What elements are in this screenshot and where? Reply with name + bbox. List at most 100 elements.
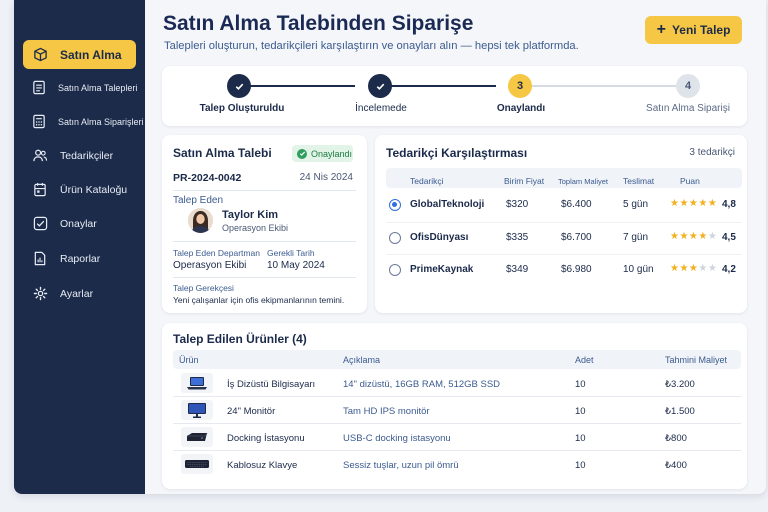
due-date-value: 10 May 2024 (267, 260, 325, 271)
requester-dept: Operasyon Ekibi (222, 223, 289, 233)
item-description: 14" dizüstü, 16GB RAM, 512GB SSD (343, 379, 501, 390)
check-icon (376, 83, 384, 90)
sidebar-item-satin-alma[interactable]: Satın Alma (23, 40, 136, 69)
app-window: Satın Alma Satın Alma Talepleri Satın Al… (14, 0, 766, 494)
sidebar-item-onaylar[interactable]: Onaylar (23, 209, 136, 238)
item-cost: ₺400 (665, 460, 687, 471)
supplier-row[interactable]: PrimeKaynak $349 $6.980 10 gün ★★★★★ 4,2 (386, 254, 742, 284)
delivery-time: 7 gün (623, 232, 649, 243)
sidebar-item-tedarikciler[interactable]: Tedarikçiler (23, 141, 136, 170)
column-header: Tedarikçi (410, 176, 444, 186)
sidebar-item-satin-alma-siparisleri[interactable]: Satın Alma Siparişleri (23, 107, 144, 136)
sidebar-item-urun-katalogu[interactable]: Ürün Kataloğu (23, 175, 136, 204)
check-square-icon (32, 216, 48, 232)
table-row[interactable]: Docking İstasyonu USB-C docking istasyon… (173, 424, 741, 451)
step-connector (239, 85, 355, 87)
item-name: İş Dizüstü Bilgisayarı (227, 379, 316, 390)
column-header: Teslimat (623, 176, 655, 186)
step-label: Satın Alma Siparişi (646, 103, 730, 114)
check-icon (235, 83, 243, 90)
supplier-row[interactable]: OfisDünyası $335 $6.700 7 gün ★★★★★ 4,5 (386, 222, 742, 252)
calculator-icon (32, 114, 46, 130)
total-cost: $6.700 (561, 232, 592, 243)
supplier-radio[interactable] (389, 264, 401, 276)
status-badge: Onaylandı (292, 145, 353, 162)
item-qty: 10 (575, 379, 586, 390)
avatar (188, 208, 213, 233)
supplier-radio[interactable] (389, 232, 401, 244)
item-description: Tam HD IPS monitör (343, 406, 430, 417)
progress-stepper: 3 4 Talep Oluşturuldu İncelemede Onaylan… (162, 66, 747, 126)
step-1-done (227, 74, 251, 98)
step-label: Talep Oluşturuldu (199, 103, 285, 114)
supplier-radio[interactable] (389, 199, 401, 211)
sidebar-item-label: Satın Alma Siparişleri (58, 116, 144, 127)
keyboard-icon (181, 454, 213, 474)
total-cost: $6.980 (561, 264, 592, 275)
column-header: Toplam Maliyet (558, 177, 609, 186)
item-description: Sessiz tuşlar, uzun pil ömrü (343, 460, 459, 471)
reason-label: Talep Gerekçesi (173, 283, 234, 293)
step-label: İncelemede (355, 103, 407, 114)
step-4-pending: 4 (676, 74, 700, 98)
users-icon (32, 148, 48, 164)
dept-label: Talep Eden Departman (173, 248, 260, 258)
page-subtitle: Talepleri oluşturun, tedarikçileri karşı… (164, 40, 579, 52)
item-cost: ₺800 (665, 433, 687, 444)
monitor-icon (181, 400, 213, 420)
status-text: Onaylandı (311, 148, 353, 159)
sidebar-item-ayarlar[interactable]: Ayarlar (23, 279, 136, 308)
supplier-comparison-card: Tedarikçi Karşılaştırması 3 tedarikçi Te… (375, 135, 747, 313)
item-qty: 10 (575, 460, 586, 471)
unit-price: $349 (506, 264, 529, 275)
step-connector (380, 85, 496, 87)
step-3-current: 3 (508, 74, 532, 98)
sidebar-item-raporlar[interactable]: Raporlar (23, 244, 136, 273)
delivery-time: 10 gün (623, 264, 654, 275)
new-request-button[interactable]: + Yeni Talep (645, 16, 742, 44)
laptop-icon (181, 373, 213, 393)
report-icon (32, 251, 48, 267)
star-rating-icon: ★★★★★ (670, 198, 718, 209)
table-row[interactable]: 24" Monitör Tam HD IPS monitör 10 ₺1.500 (173, 397, 741, 424)
sidebar-item-label: Ürün Kataloğu (60, 183, 128, 196)
sidebar-item-label: Onaylar (60, 217, 97, 230)
item-name: Docking İstasyonu (227, 433, 305, 444)
item-name: 24" Monitör (227, 406, 276, 417)
column-header: Tahmini Maliyet (665, 355, 728, 365)
new-request-label: Yeni Talep (671, 23, 731, 37)
item-cost: ₺1.500 (665, 406, 695, 417)
items-table-header (173, 350, 741, 369)
unit-price: $335 (506, 232, 529, 243)
supplier-name: PrimeKaynak (410, 264, 474, 275)
column-header: Açıklama (343, 355, 381, 365)
table-row[interactable]: Kablosuz Klavye Sessiz tuşlar, uzun pil … (173, 451, 741, 478)
sidebar-item-label: Ayarlar (60, 287, 94, 300)
divider (173, 241, 356, 242)
sidebar-item-label: Satın Alma (60, 47, 122, 62)
requested-items-card: Talep Edilen Ürünler (4) Ürün Açıklama A… (162, 323, 747, 489)
star-rating-icon: ★★★★★ (670, 231, 718, 242)
table-row[interactable]: İş Dizüstü Bilgisayarı 14" dizüstü, 16GB… (173, 370, 741, 397)
dock-icon (181, 427, 213, 447)
request-card-title: Satın Alma Talebi (173, 146, 272, 160)
supplier-row[interactable]: GlobalTeknoloji $320 $6.400 5 gün ★★★★★ … (386, 190, 742, 220)
column-header: Puan (680, 176, 700, 186)
reason-value: Yeni çalışanlar için ofis ekipmanlarının… (173, 295, 345, 305)
supplier-card-title: Tedarikçi Karşılaştırması (386, 146, 528, 160)
total-cost: $6.400 (561, 199, 592, 210)
rating-value: 4,2 (722, 264, 736, 275)
request-date: 24 Nis 2024 (299, 172, 353, 183)
sidebar-item-satin-alma-talepleri[interactable]: Satın Alma Talepleri (23, 73, 138, 102)
divider (173, 190, 356, 191)
requester-name: Taylor Kim (222, 209, 279, 221)
sidebar-item-label: Satın Alma Talepleri (58, 82, 138, 93)
star-rating-icon: ★★★★★ (670, 263, 718, 274)
items-card-title: Talep Edilen Ürünler (4) (173, 332, 307, 346)
item-qty: 10 (575, 433, 586, 444)
divider (173, 277, 356, 278)
item-qty: 10 (575, 406, 586, 417)
item-description: USB-C docking istasyonu (343, 433, 451, 444)
plus-icon: + (656, 21, 666, 38)
unit-price: $320 (506, 199, 529, 210)
